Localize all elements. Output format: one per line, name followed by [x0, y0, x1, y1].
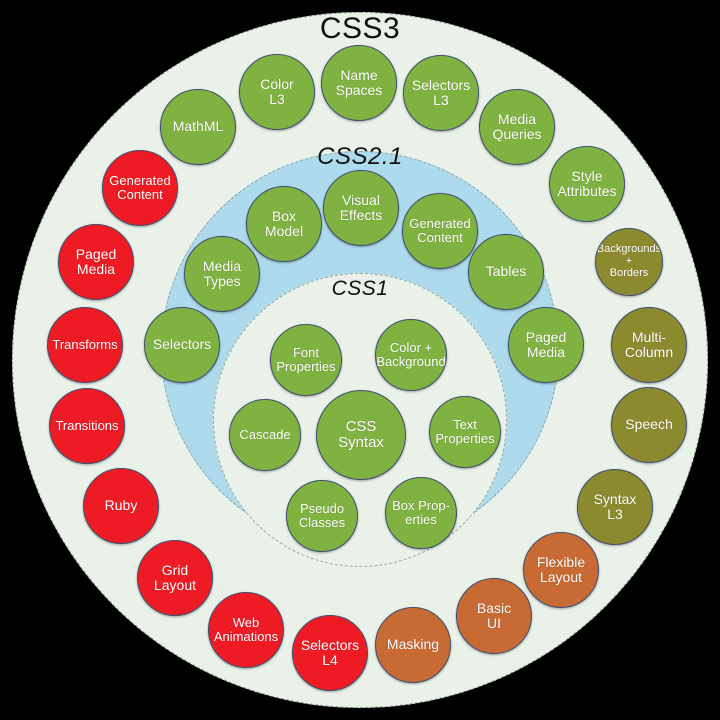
topic-bubble[interactable]: Media Queries — [479, 89, 555, 165]
topic-bubble[interactable]: Color + Background — [375, 319, 447, 391]
topic-bubble-label: Selectors — [152, 336, 212, 353]
topic-bubble[interactable]: Backgrounds + Borders — [595, 228, 663, 296]
topic-bubble[interactable]: Selectors L4 — [292, 615, 368, 691]
topic-bubble-label: Cascade — [239, 426, 291, 442]
topic-bubble-label: Multi- Column — [624, 328, 674, 360]
topic-bubble-label: Color L3 — [260, 75, 294, 107]
topic-bubble-label: Flexible Layout — [536, 553, 586, 585]
topic-bubble[interactable]: Paged Media — [58, 224, 134, 300]
diagram-canvas: CSS3 CSS2.1 CSS1 MathML Color L3 Name Spac… — [0, 0, 720, 720]
topic-bubble[interactable]: Grid Layout — [137, 540, 213, 616]
topic-bubble-label: Font Properties — [276, 344, 336, 374]
topic-bubble[interactable]: CSS Syntax — [316, 390, 406, 480]
topic-bubble-label: Masking — [386, 636, 440, 653]
topic-bubble-label: Ruby — [104, 497, 138, 514]
topic-bubble[interactable]: Ruby — [83, 468, 159, 544]
topic-bubble[interactable]: Cascade — [229, 399, 301, 471]
topic-bubble[interactable]: Selectors L3 — [403, 55, 479, 131]
topic-bubble[interactable]: Web Animations — [208, 592, 284, 668]
topic-bubble-label: Paged Media — [525, 328, 567, 360]
topic-bubble[interactable]: Syntax L3 — [577, 469, 653, 545]
topic-bubble[interactable]: Speech — [611, 387, 687, 463]
topic-bubble-label: Selectors L3 — [411, 76, 471, 108]
topic-bubble[interactable]: Basic UI — [456, 578, 532, 654]
topic-bubble[interactable]: Text Properties — [429, 396, 501, 468]
topic-bubble-label: Tables — [485, 263, 527, 280]
topic-bubble-label: Grid Layout — [153, 561, 197, 593]
topic-bubble-label: Visual Effects — [339, 191, 383, 223]
topic-bubble[interactable]: Transforms — [47, 307, 123, 383]
topic-bubble-label: Paged Media — [75, 245, 117, 277]
topic-bubble-label: Generated Content — [409, 215, 471, 245]
topic-bubble[interactable]: Media Types — [184, 236, 260, 312]
topic-bubble[interactable]: Tables — [468, 234, 544, 310]
topic-bubble[interactable]: Visual Effects — [323, 170, 399, 246]
topic-bubble[interactable]: Flexible Layout — [523, 532, 599, 608]
topic-bubble-label: Selectors L4 — [300, 636, 360, 668]
topic-bubble[interactable]: Selectors — [144, 307, 220, 383]
topic-bubble-label: CSS Syntax — [338, 417, 384, 451]
topic-bubble[interactable]: Transitions — [49, 388, 125, 464]
topic-bubble[interactable]: Color L3 — [239, 54, 315, 130]
topic-bubble-label: Transitions — [55, 417, 119, 433]
topic-bubble-label: Style Attributes — [557, 167, 617, 199]
topic-bubble-label: Box Model — [264, 207, 304, 239]
ring-title-css3: CSS3 — [319, 12, 401, 45]
topic-bubble[interactable]: Paged Media — [508, 307, 584, 383]
topic-bubble-label: Name Spaces — [335, 66, 383, 98]
topic-bubble-label: Box Prop- erties — [392, 497, 450, 527]
topic-bubble-label: Pseudo Classes — [298, 500, 346, 530]
topic-bubble-label: Text Properties — [435, 416, 495, 446]
topic-bubble-label: Speech — [625, 416, 673, 433]
topic-bubble[interactable]: Style Attributes — [549, 146, 625, 222]
topic-bubble[interactable]: Pseudo Classes — [286, 480, 358, 552]
topic-bubble-label: Media Queries — [492, 110, 542, 142]
topic-bubble-label: Generated Content — [109, 172, 171, 202]
topic-bubble[interactable]: Font Properties — [270, 324, 342, 396]
topic-bubble[interactable]: Generated Content — [402, 193, 478, 269]
topic-bubble-label: MathML — [172, 118, 224, 135]
topic-bubble[interactable]: Generated Content — [102, 150, 178, 226]
topic-bubble-label: Transforms — [52, 336, 118, 352]
topic-bubble[interactable]: Box Model — [246, 186, 322, 262]
topic-bubble[interactable]: Multi- Column — [611, 307, 687, 383]
topic-bubble-label: Media Types — [202, 257, 242, 289]
topic-bubble-label: Syntax L3 — [593, 490, 637, 522]
topic-bubble-label: Basic UI — [476, 599, 512, 631]
topic-bubble[interactable]: MathML — [160, 89, 236, 165]
topic-bubble-label: Backgrounds + Borders — [596, 243, 662, 279]
topic-bubble-label: Color + Background — [376, 339, 446, 369]
topic-bubble[interactable]: Box Prop- erties — [385, 477, 457, 549]
topic-bubble[interactable]: Masking — [375, 607, 451, 683]
topic-bubble-label: Web Animations — [213, 614, 279, 644]
topic-bubble[interactable]: Name Spaces — [321, 45, 397, 121]
